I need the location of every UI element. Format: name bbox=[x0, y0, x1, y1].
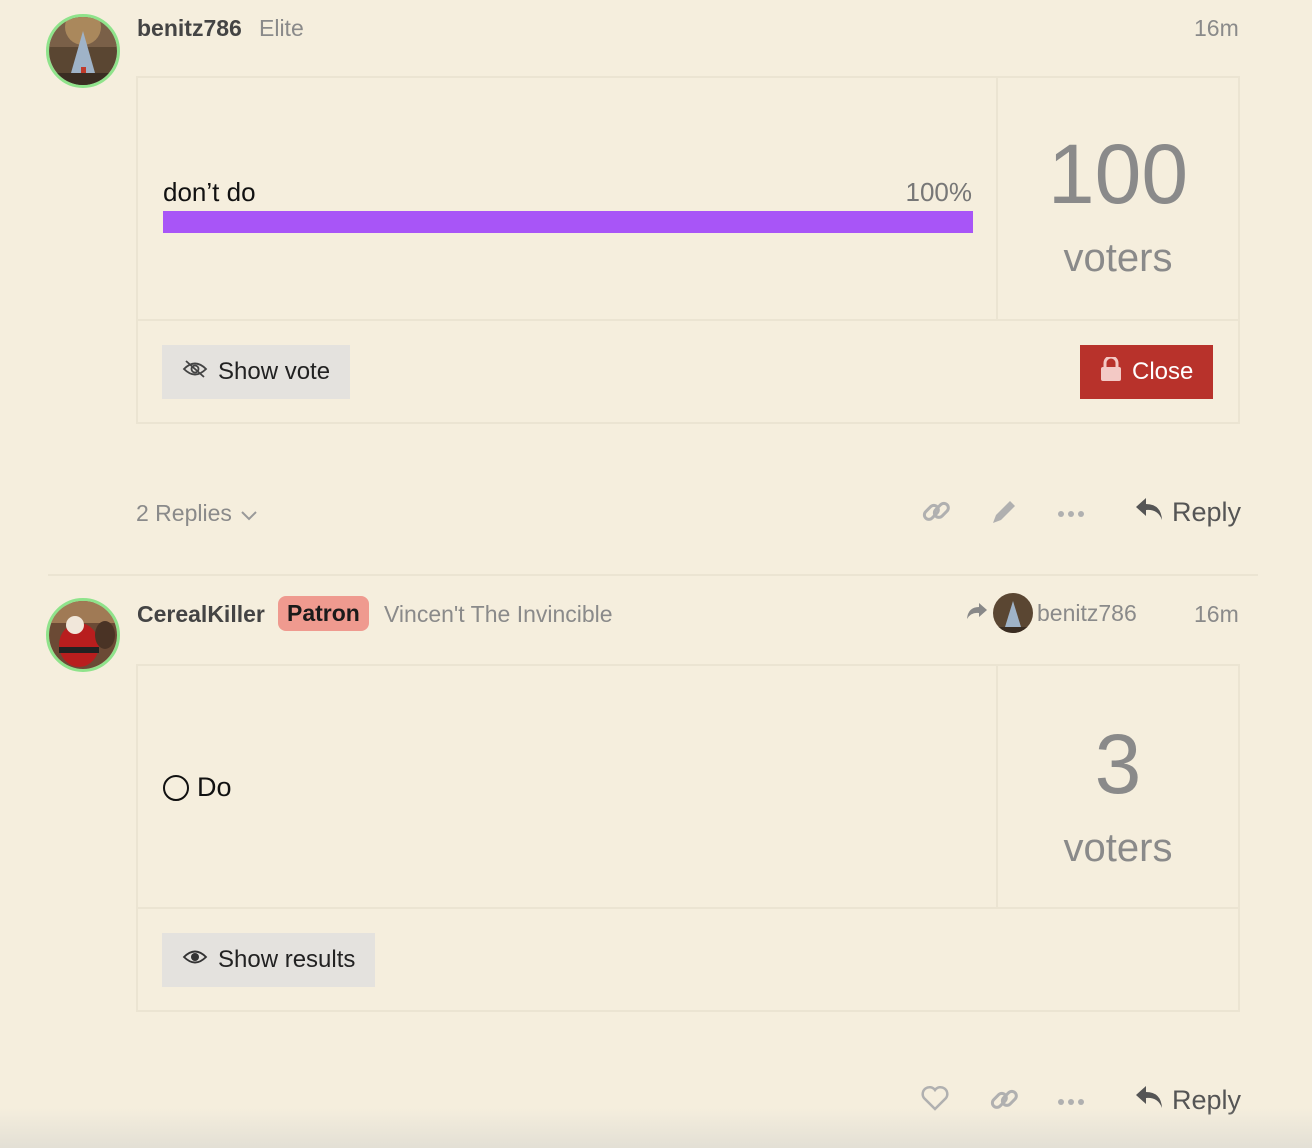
radio-unchecked-icon bbox=[163, 774, 189, 801]
reply-to-indicator[interactable]: benitz786 bbox=[965, 593, 1137, 633]
show-vote-button[interactable]: Show vote bbox=[162, 345, 351, 399]
poll-option-label: Do bbox=[197, 772, 232, 802]
link-icon[interactable] bbox=[920, 496, 952, 534]
poll-options: Do bbox=[138, 666, 998, 909]
voters-label: voters bbox=[1063, 236, 1173, 280]
voters-count: 3 bbox=[1094, 717, 1142, 811]
show-results-label: Show results bbox=[218, 946, 356, 973]
post-time[interactable]: 16m bbox=[1194, 601, 1239, 628]
user-title: Elite bbox=[259, 15, 304, 41]
more-icon[interactable] bbox=[1057, 496, 1085, 534]
poll-results: don’t do 100% bbox=[138, 78, 998, 321]
eye-slash-icon bbox=[182, 358, 208, 386]
lock-icon bbox=[1100, 355, 1122, 388]
close-poll-button[interactable]: Close bbox=[1080, 345, 1214, 399]
poll-option[interactable]: Do bbox=[163, 772, 232, 803]
post-controls: 2 Replies Reply bbox=[0, 494, 1312, 534]
poll-option-label: don’t do bbox=[163, 177, 256, 207]
poll-info: 100 voters bbox=[998, 132, 1238, 281]
avatar[interactable] bbox=[46, 598, 120, 672]
reply-icon bbox=[1134, 496, 1164, 529]
chevron-down-icon bbox=[240, 500, 258, 527]
poll-buttons: Show results bbox=[138, 907, 1238, 1014]
reply-button[interactable]: Reply bbox=[1134, 496, 1241, 529]
reply-to-username: benitz786 bbox=[1037, 599, 1137, 626]
user-flair-badge: Patron bbox=[278, 596, 369, 631]
reply-label: Reply bbox=[1172, 497, 1242, 527]
poll-buttons: Show vote Close bbox=[138, 319, 1238, 426]
poll: Do 3 voters Show results bbox=[136, 664, 1240, 1012]
share-arrow-icon bbox=[965, 600, 989, 627]
voters-count: 100 bbox=[1047, 127, 1189, 221]
eye-icon bbox=[182, 946, 208, 974]
poll-info: 3 voters bbox=[998, 722, 1238, 871]
username[interactable]: benitz786 bbox=[137, 15, 242, 42]
poll: don’t do 100% 100 voters Show vote Close bbox=[136, 76, 1240, 424]
user-title: Vincen't The Invincible bbox=[384, 601, 613, 627]
bottom-fade bbox=[0, 1108, 1312, 1148]
show-vote-label: Show vote bbox=[218, 358, 331, 385]
poll-bar-track bbox=[163, 211, 973, 233]
post-cerealkiller: CerealKiller Patron Vincen't The Invinci… bbox=[0, 576, 1312, 1148]
pencil-icon[interactable] bbox=[988, 496, 1020, 534]
replies-toggle[interactable]: 2 Replies bbox=[136, 500, 258, 527]
post-benitz786: benitz786 Elite 16m don’t do 100% 100 vo… bbox=[0, 0, 1312, 574]
poll-option-percent: 100% bbox=[905, 177, 973, 207]
post-time[interactable]: 16m bbox=[1194, 15, 1239, 42]
close-label: Close bbox=[1132, 358, 1194, 385]
show-results-button[interactable]: Show results bbox=[162, 933, 376, 987]
reply-to-avatar bbox=[993, 593, 1033, 633]
avatar[interactable] bbox=[46, 14, 120, 88]
poll-bar-fill bbox=[163, 211, 973, 233]
username[interactable]: CerealKiller bbox=[137, 601, 265, 628]
replies-label: 2 Replies bbox=[136, 500, 232, 526]
voters-label: voters bbox=[1063, 826, 1173, 870]
